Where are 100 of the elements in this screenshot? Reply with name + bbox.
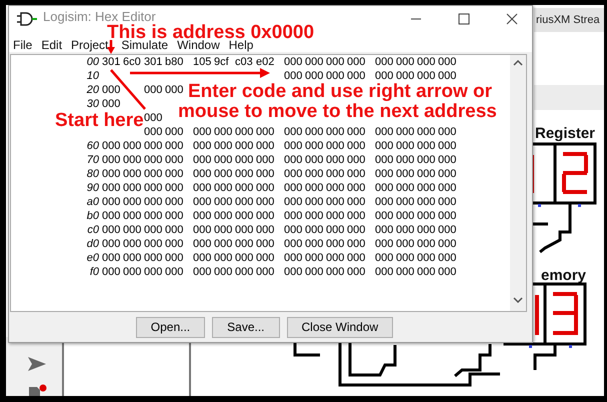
hex-value[interactable]: 000 (438, 69, 456, 83)
hex-value[interactable]: 000 (305, 167, 323, 181)
hex-value[interactable]: 000 (396, 251, 414, 265)
hex-value[interactable]: 000 (284, 251, 302, 265)
hex-value[interactable]: 000 (438, 167, 456, 181)
hex-value[interactable]: 000 (102, 195, 120, 209)
hex-value[interactable]: 000 (123, 181, 141, 195)
hex-value[interactable]: 000 (235, 265, 253, 279)
menu-item[interactable]: File (13, 40, 32, 51)
hex-value[interactable]: 000 (284, 223, 302, 237)
hex-value[interactable]: 000 (214, 139, 232, 153)
hex-value[interactable]: 000 (284, 181, 302, 195)
hex-value[interactable]: 000 (326, 181, 344, 195)
hex-value[interactable]: 000 (396, 153, 414, 167)
hex-value[interactable]: 000 (193, 265, 211, 279)
hex-value[interactable]: 000 (123, 237, 141, 251)
hex-value[interactable]: 000 (284, 69, 302, 83)
menu-item[interactable]: Edit (41, 40, 62, 51)
hex-value[interactable]: 000 (438, 55, 456, 69)
hex-value[interactable]: 000 (102, 265, 120, 279)
hex-value[interactable]: 000 (326, 209, 344, 223)
hex-value[interactable]: 000 (235, 139, 253, 153)
hex-value[interactable]: 000 (305, 237, 323, 251)
hex-value[interactable]: 000 (396, 209, 414, 223)
hex-value[interactable]: 000 (326, 153, 344, 167)
hex-value[interactable]: 000 (326, 265, 344, 279)
hex-value[interactable]: 000 (144, 181, 162, 195)
hex-value[interactable]: 000 (438, 251, 456, 265)
hex-value[interactable]: 000 (438, 153, 456, 167)
menu-item[interactable]: Help (228, 40, 254, 51)
hex-value[interactable]: 000 (326, 55, 344, 69)
hex-value[interactable]: 000 (305, 55, 323, 69)
hex-value[interactable]: 301 (144, 55, 162, 69)
hex-value[interactable]: 000 (347, 55, 365, 69)
hex-value[interactable]: 000 (102, 209, 120, 223)
hex-value[interactable]: c03 (235, 55, 253, 69)
hex-value[interactable]: 000 (396, 69, 414, 83)
hex-value[interactable]: 000 (396, 139, 414, 153)
hex-value[interactable]: 000 (144, 195, 162, 209)
hex-value[interactable]: 000 (417, 265, 435, 279)
hex-value[interactable]: 000 (144, 223, 162, 237)
hex-value[interactable]: 000 (193, 251, 211, 265)
hex-value[interactable]: 000 (193, 237, 211, 251)
hex-value[interactable]: 000 (144, 167, 162, 181)
hex-value[interactable]: 000 (305, 153, 323, 167)
hex-value[interactable]: 000 (102, 251, 120, 265)
hex-value[interactable]: 000 (375, 209, 393, 223)
hex-value[interactable]: 000 (438, 265, 456, 279)
hex-value[interactable]: 000 (123, 195, 141, 209)
hex-value[interactable]: 000 (102, 153, 120, 167)
hex-value[interactable]: 000 (438, 237, 456, 251)
scroll-down-icon[interactable] (513, 297, 523, 303)
hex-value[interactable]: 000 (256, 167, 274, 181)
scroll-up-icon[interactable] (513, 60, 523, 66)
hex-value[interactable]: 000 (165, 153, 183, 167)
hex-value[interactable]: 000 (193, 209, 211, 223)
hex-value[interactable]: 105 (193, 55, 211, 69)
hex-value[interactable]: 000 (326, 195, 344, 209)
hex-value[interactable]: 000 (375, 153, 393, 167)
hex-value[interactable]: 000 (165, 125, 183, 139)
hex-value[interactable]: 000 (375, 167, 393, 181)
hex-value[interactable]: 000 (417, 251, 435, 265)
hex-value[interactable]: 000 (438, 209, 456, 223)
hex-value[interactable]: 000 (193, 195, 211, 209)
hex-value[interactable]: 000 (417, 167, 435, 181)
hex-value[interactable]: 000 (256, 181, 274, 195)
hex-value[interactable]: 000 (375, 139, 393, 153)
hex-value[interactable]: 000 (256, 237, 274, 251)
hex-value[interactable]: 000 (326, 167, 344, 181)
hex-value[interactable]: 6c0 (123, 55, 141, 69)
hex-value[interactable]: 000 (305, 251, 323, 265)
hex-value[interactable]: 000 (165, 223, 183, 237)
hex-value[interactable]: 000 (144, 251, 162, 265)
hex-value[interactable]: 000 (284, 139, 302, 153)
hex-value[interactable]: 000 (102, 181, 120, 195)
hex-value[interactable]: 000 (284, 55, 302, 69)
hex-value[interactable]: 000 (256, 251, 274, 265)
hex-value[interactable]: 000 (396, 265, 414, 279)
hex-value[interactable]: 000 (347, 125, 365, 139)
hex-value[interactable]: 000 (396, 237, 414, 251)
hex-value[interactable]: 000 (165, 237, 183, 251)
hex-value[interactable]: 000 (144, 83, 162, 97)
hex-value[interactable]: 000 (438, 125, 456, 139)
document-icon[interactable] (29, 384, 47, 396)
hex-value[interactable]: 000 (375, 69, 393, 83)
hex-value[interactable]: 000 (305, 69, 323, 83)
hex-value[interactable]: 000 (256, 265, 274, 279)
hex-value[interactable]: 000 (193, 153, 211, 167)
hex-value[interactable]: 000 (326, 223, 344, 237)
hex-value[interactable]: 000 (347, 153, 365, 167)
hex-value[interactable]: 000 (417, 195, 435, 209)
hex-value[interactable]: 000 (417, 223, 435, 237)
hex-value[interactable]: 000 (256, 139, 274, 153)
hex-value[interactable]: 000 (396, 181, 414, 195)
hex-value[interactable]: 000 (123, 223, 141, 237)
hex-value[interactable]: 000 (375, 125, 393, 139)
hex-value[interactable]: 000 (193, 125, 211, 139)
hex-value[interactable]: 000 (102, 83, 120, 97)
hex-value[interactable]: 000 (326, 251, 344, 265)
hex-value[interactable]: 000 (193, 167, 211, 181)
